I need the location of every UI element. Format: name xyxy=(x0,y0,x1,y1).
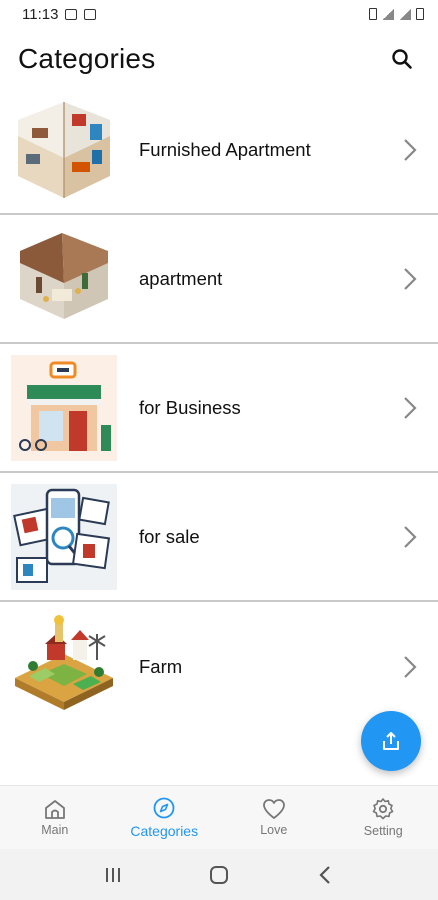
status-bar: 11:13 xyxy=(0,0,438,28)
nav-item-setting[interactable]: Setting xyxy=(329,786,438,849)
gear-icon xyxy=(372,798,394,820)
alarm-icon xyxy=(369,8,377,20)
category-item-apartment[interactable]: apartment xyxy=(0,215,438,344)
share-button[interactable] xyxy=(361,711,421,771)
nav-label: Categories xyxy=(130,823,199,839)
heart-icon xyxy=(262,799,285,819)
search-button[interactable] xyxy=(384,41,420,77)
chevron-right-icon xyxy=(390,130,430,170)
back-button[interactable] xyxy=(305,855,345,895)
home-icon xyxy=(44,800,65,819)
category-label: apartment xyxy=(139,267,223,289)
recent-apps-icon xyxy=(106,867,120,882)
nav-label: Love xyxy=(260,823,288,837)
battery-icon xyxy=(416,8,424,20)
nav-item-categories[interactable]: Categories xyxy=(110,786,220,849)
category-item-for-business[interactable]: for Business xyxy=(0,344,438,473)
share-icon xyxy=(383,732,399,750)
category-item-furnished-apartment[interactable]: Furnished Apartment xyxy=(0,86,438,215)
nav-item-main[interactable]: Main xyxy=(0,786,110,849)
chevron-right-icon xyxy=(390,259,430,299)
category-item-for-sale[interactable]: for sale xyxy=(0,473,438,602)
chevron-right-icon xyxy=(390,517,430,557)
image-icon xyxy=(65,8,78,20)
apartment-illustration xyxy=(10,225,118,333)
system-navigation-bar xyxy=(0,849,438,900)
furnished-apartment-illustration xyxy=(10,96,118,204)
status-time: 11:13 xyxy=(22,5,59,23)
chevron-right-icon xyxy=(390,388,430,428)
home-system-button[interactable] xyxy=(199,855,239,895)
real-estate-phone-illustration xyxy=(10,483,118,591)
category-label: Furnished Apartment xyxy=(139,138,311,160)
nav-label: Setting xyxy=(363,824,403,838)
home-system-icon xyxy=(210,865,228,884)
page-title: Categories xyxy=(18,43,156,74)
category-label: Farm xyxy=(139,655,183,677)
categories-icon xyxy=(153,797,175,819)
category-item-farm[interactable]: Farm xyxy=(0,602,438,731)
app-header: Categories xyxy=(0,28,438,90)
category-label: for Business xyxy=(139,396,241,418)
nav-item-love[interactable]: Love xyxy=(219,786,329,849)
chevron-right-icon xyxy=(390,647,430,687)
message-icon xyxy=(84,8,97,20)
category-label: for sale xyxy=(139,525,200,547)
recent-apps-button[interactable] xyxy=(93,855,133,895)
shop-illustration xyxy=(10,354,118,462)
back-icon xyxy=(319,865,330,884)
bottom-navigation: Main Categories Love Setting xyxy=(0,785,438,849)
nav-label: Main xyxy=(41,823,69,837)
search-icon xyxy=(392,49,412,69)
farm-illustration xyxy=(10,613,118,721)
signal-icon xyxy=(399,8,411,20)
category-list: Furnished Apartment apartment for Busine… xyxy=(0,86,438,731)
signal-icon xyxy=(382,8,394,20)
